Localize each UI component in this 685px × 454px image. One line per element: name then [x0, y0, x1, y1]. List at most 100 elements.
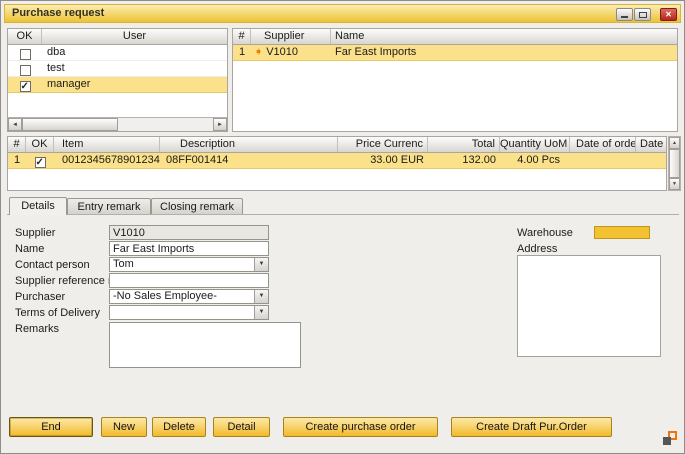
close-icon: ✕ [661, 9, 676, 20]
item-description-cell[interactable]: 08FF001414 [160, 153, 338, 169]
supplier-col-name: Name [331, 29, 677, 44]
check-icon: ✓ [21, 79, 29, 93]
supplier-reference-field[interactable] [109, 273, 269, 288]
terms-dropdown-button[interactable]: ▼ [254, 306, 268, 319]
scroll-up-button[interactable]: ▲ [669, 137, 680, 149]
link-arrow-icon[interactable]: ➧ [254, 45, 263, 60]
users-col-user: User [42, 29, 227, 44]
create-draft-purchase-order-button[interactable]: Create Draft Pur.Order [451, 417, 612, 437]
chevron-down-icon: ▼ [255, 258, 268, 270]
items-col-description: Description [160, 137, 338, 152]
detail-button[interactable]: Detail [213, 417, 270, 437]
items-col-item: Item [54, 137, 160, 152]
item-row[interactable]: 1 ✓ 001234567890123456 08FF001414 33.00 … [8, 153, 666, 169]
tab-entry-remark[interactable]: Entry remark [67, 198, 151, 215]
contact-person-select[interactable]: Tom ▼ [109, 257, 269, 272]
user-name-cell: manager [42, 77, 227, 93]
users-horizontal-scrollbar[interactable]: ◄ ► [8, 117, 227, 131]
name-field[interactable] [109, 241, 269, 256]
item-date-c-cell[interactable] [636, 153, 666, 169]
chevron-down-icon: ▼ [255, 290, 268, 302]
address-label: Address [517, 243, 557, 255]
remarks-field[interactable] [109, 322, 301, 368]
scroll-down-icon: ▼ [672, 181, 677, 187]
ok-checkbox[interactable]: ✓ [20, 81, 31, 92]
ok-checkbox[interactable] [20, 49, 31, 60]
items-col-quantity: Quantity UoM [500, 137, 570, 152]
warehouse-field[interactable] [594, 226, 650, 239]
supplier-field[interactable] [109, 225, 269, 240]
user-name-cell: test [42, 61, 227, 77]
items-col-num: # [8, 137, 26, 152]
check-icon: ✓ [36, 155, 44, 169]
user-name-cell: dba [42, 45, 227, 61]
supplier-label: Supplier [15, 227, 55, 239]
scroll-left-button[interactable]: ◄ [8, 118, 22, 131]
purchaser-value: -No Sales Employee- [113, 290, 253, 303]
contact-person-dropdown-button[interactable]: ▼ [254, 258, 268, 271]
delete-button[interactable]: Delete [152, 417, 206, 437]
items-table: # OK Item Description Price Currenc Tota… [7, 136, 667, 191]
items-col-date-c: Date c [636, 137, 666, 152]
new-button[interactable]: New [101, 417, 147, 437]
purchase-request-window: Purchase request ✕ OK User dba test ✓ ma… [0, 0, 685, 454]
supplier-row-num: 1 [233, 45, 251, 61]
items-vertical-scrollbar[interactable]: ▲ ▼ [668, 136, 681, 191]
ok-checkbox[interactable]: ✓ [35, 157, 46, 168]
supplier-col-num: # [233, 29, 251, 44]
scrollbar-thumb[interactable] [22, 118, 118, 131]
minimize-button[interactable] [616, 8, 633, 21]
scroll-right-button[interactable]: ► [213, 118, 227, 131]
scrollbar-thumb[interactable] [669, 149, 680, 178]
items-col-ok: OK [26, 137, 54, 152]
tab-closing-remark[interactable]: Closing remark [151, 198, 243, 215]
terms-of-delivery-select[interactable]: ▼ [109, 305, 269, 320]
tab-details[interactable]: Details [9, 197, 67, 215]
item-row-num: 1 [8, 153, 26, 169]
close-button[interactable]: ✕ [660, 8, 677, 21]
supplier-row[interactable]: 1 ➧V1010 Far East Imports [233, 45, 677, 61]
terms-of-delivery-label: Terms of Delivery [15, 307, 100, 319]
grip-square-gray [663, 437, 671, 445]
user-row-manager[interactable]: ✓ manager [8, 77, 227, 93]
item-price-cell[interactable]: 33.00 EUR [338, 153, 428, 169]
minimize-icon [621, 16, 628, 18]
items-table-header: # OK Item Description Price Currenc Tota… [8, 137, 666, 153]
scroll-right-icon: ► [217, 122, 223, 128]
purchaser-dropdown-button[interactable]: ▼ [254, 290, 268, 303]
maximize-button[interactable] [634, 8, 651, 21]
scroll-left-icon: ◄ [12, 122, 18, 128]
supplier-reference-label: Supplier reference nu [15, 275, 120, 287]
titlebar[interactable]: Purchase request ✕ [4, 4, 681, 23]
supplier-name-cell: Far East Imports [331, 45, 677, 61]
scroll-down-button[interactable]: ▼ [669, 178, 680, 190]
resize-grip-icon[interactable] [663, 431, 677, 445]
items-col-price: Price Currenc [338, 137, 428, 152]
user-ok-cell: ✓ [8, 77, 42, 93]
scroll-up-icon: ▲ [672, 140, 677, 146]
warehouse-label: Warehouse [517, 227, 573, 239]
supplier-col-supplier: Supplier [251, 29, 331, 44]
contact-person-label: Contact person [15, 259, 90, 271]
ok-checkbox[interactable] [20, 65, 31, 76]
users-table: OK User dba test ✓ manager ◄ ► [7, 28, 228, 132]
tab-separator-line [7, 214, 679, 215]
item-code-cell[interactable]: 001234567890123456 [54, 153, 160, 169]
supplier-table: # Supplier Name 1 ➧V1010 Far East Import… [232, 28, 678, 132]
item-total-cell[interactable]: 132.00 [428, 153, 500, 169]
address-field[interactable] [517, 255, 661, 357]
supplier-code-cell: ➧V1010 [251, 45, 331, 61]
user-ok-cell [8, 45, 42, 61]
purchaser-label: Purchaser [15, 291, 65, 303]
item-date-of-order-cell[interactable] [570, 153, 636, 169]
user-row-test[interactable]: test [8, 61, 227, 77]
remarks-label: Remarks [15, 323, 59, 335]
items-col-total: Total [428, 137, 500, 152]
supplier-table-header: # Supplier Name [233, 29, 677, 45]
maximize-icon [639, 12, 647, 18]
create-purchase-order-button[interactable]: Create purchase order [283, 417, 438, 437]
purchaser-select[interactable]: -No Sales Employee- ▼ [109, 289, 269, 304]
item-quantity-cell[interactable]: 4.00 Pcs [500, 153, 570, 169]
user-row-dba[interactable]: dba [8, 45, 227, 61]
end-button[interactable]: End [9, 417, 93, 437]
